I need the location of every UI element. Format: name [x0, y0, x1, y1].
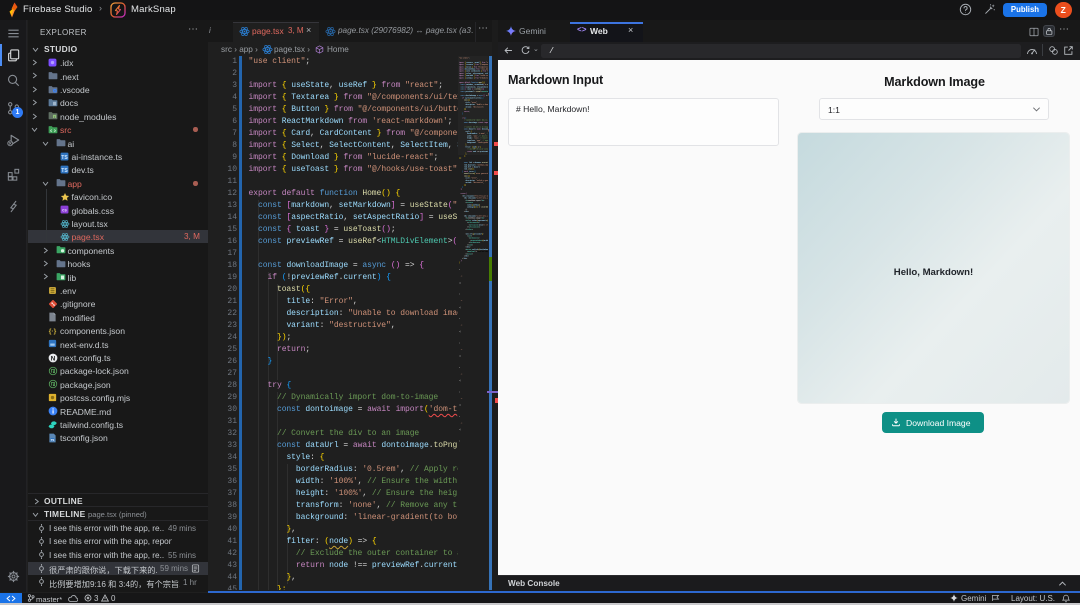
svg-text:{·}: {·}: [49, 328, 57, 335]
svg-text:TS: TS: [61, 154, 68, 160]
svg-text:TS: TS: [51, 438, 55, 442]
svg-text:N: N: [51, 355, 56, 362]
svg-text:TS: TS: [61, 168, 68, 174]
svg-text:cs: cs: [62, 208, 67, 213]
